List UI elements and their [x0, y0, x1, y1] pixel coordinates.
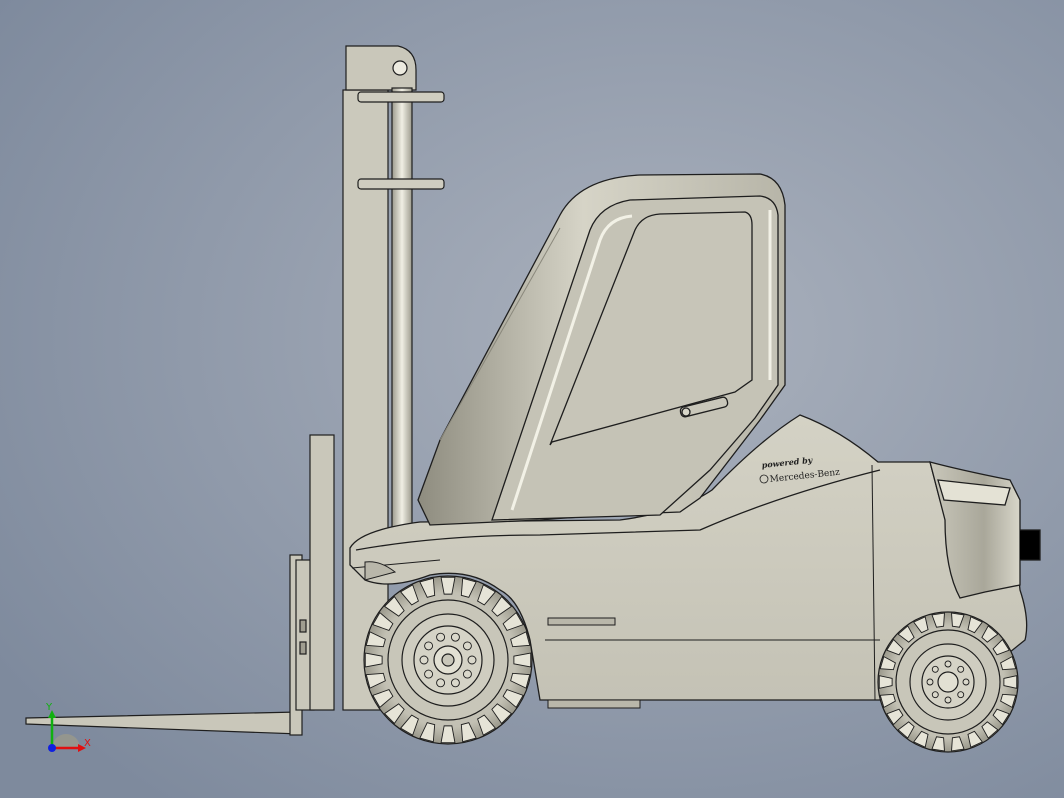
wheel-bolt — [424, 641, 434, 651]
tire-tread-block — [878, 675, 893, 689]
triad-x-label: X — [84, 738, 91, 749]
wheel-bolt — [467, 655, 477, 665]
rear-wheel — [877, 611, 1019, 753]
cad-viewport[interactable]: powered by Mercedes-Benz X Y — [0, 0, 1064, 798]
wheel-bolt — [462, 641, 472, 651]
wheel-bolt — [436, 632, 446, 642]
wheel-bolt — [944, 696, 952, 704]
wheel-bolt — [957, 691, 965, 699]
lift-cylinder — [391, 87, 413, 559]
wheel-bolt — [450, 678, 460, 688]
wheel-bolt — [419, 655, 429, 665]
wheel-bolt — [926, 678, 934, 686]
triad-z-axis — [48, 744, 56, 752]
triad-y-label: Y — [45, 702, 53, 713]
mast-rail-outer — [309, 434, 335, 711]
mast-crossbar-top — [357, 91, 445, 103]
forklift-model-view[interactable]: powered by Mercedes-Benz X Y — [0, 0, 1064, 798]
wheel-bolt — [944, 660, 952, 668]
wheel-bolt — [424, 669, 434, 679]
front-wheel — [363, 575, 533, 745]
wheel-bolt — [962, 678, 970, 686]
wheel-bolt — [957, 665, 965, 673]
wheel-bolt — [462, 669, 472, 679]
wheel-bolt — [931, 691, 939, 699]
wheel-bolt — [436, 678, 446, 688]
wheel-bolt — [931, 665, 939, 673]
tire-tread-block — [1003, 675, 1018, 689]
mast-crossbar-mid — [357, 178, 445, 190]
mast-pin-hole — [392, 60, 408, 76]
wheel-bolt — [450, 632, 460, 642]
